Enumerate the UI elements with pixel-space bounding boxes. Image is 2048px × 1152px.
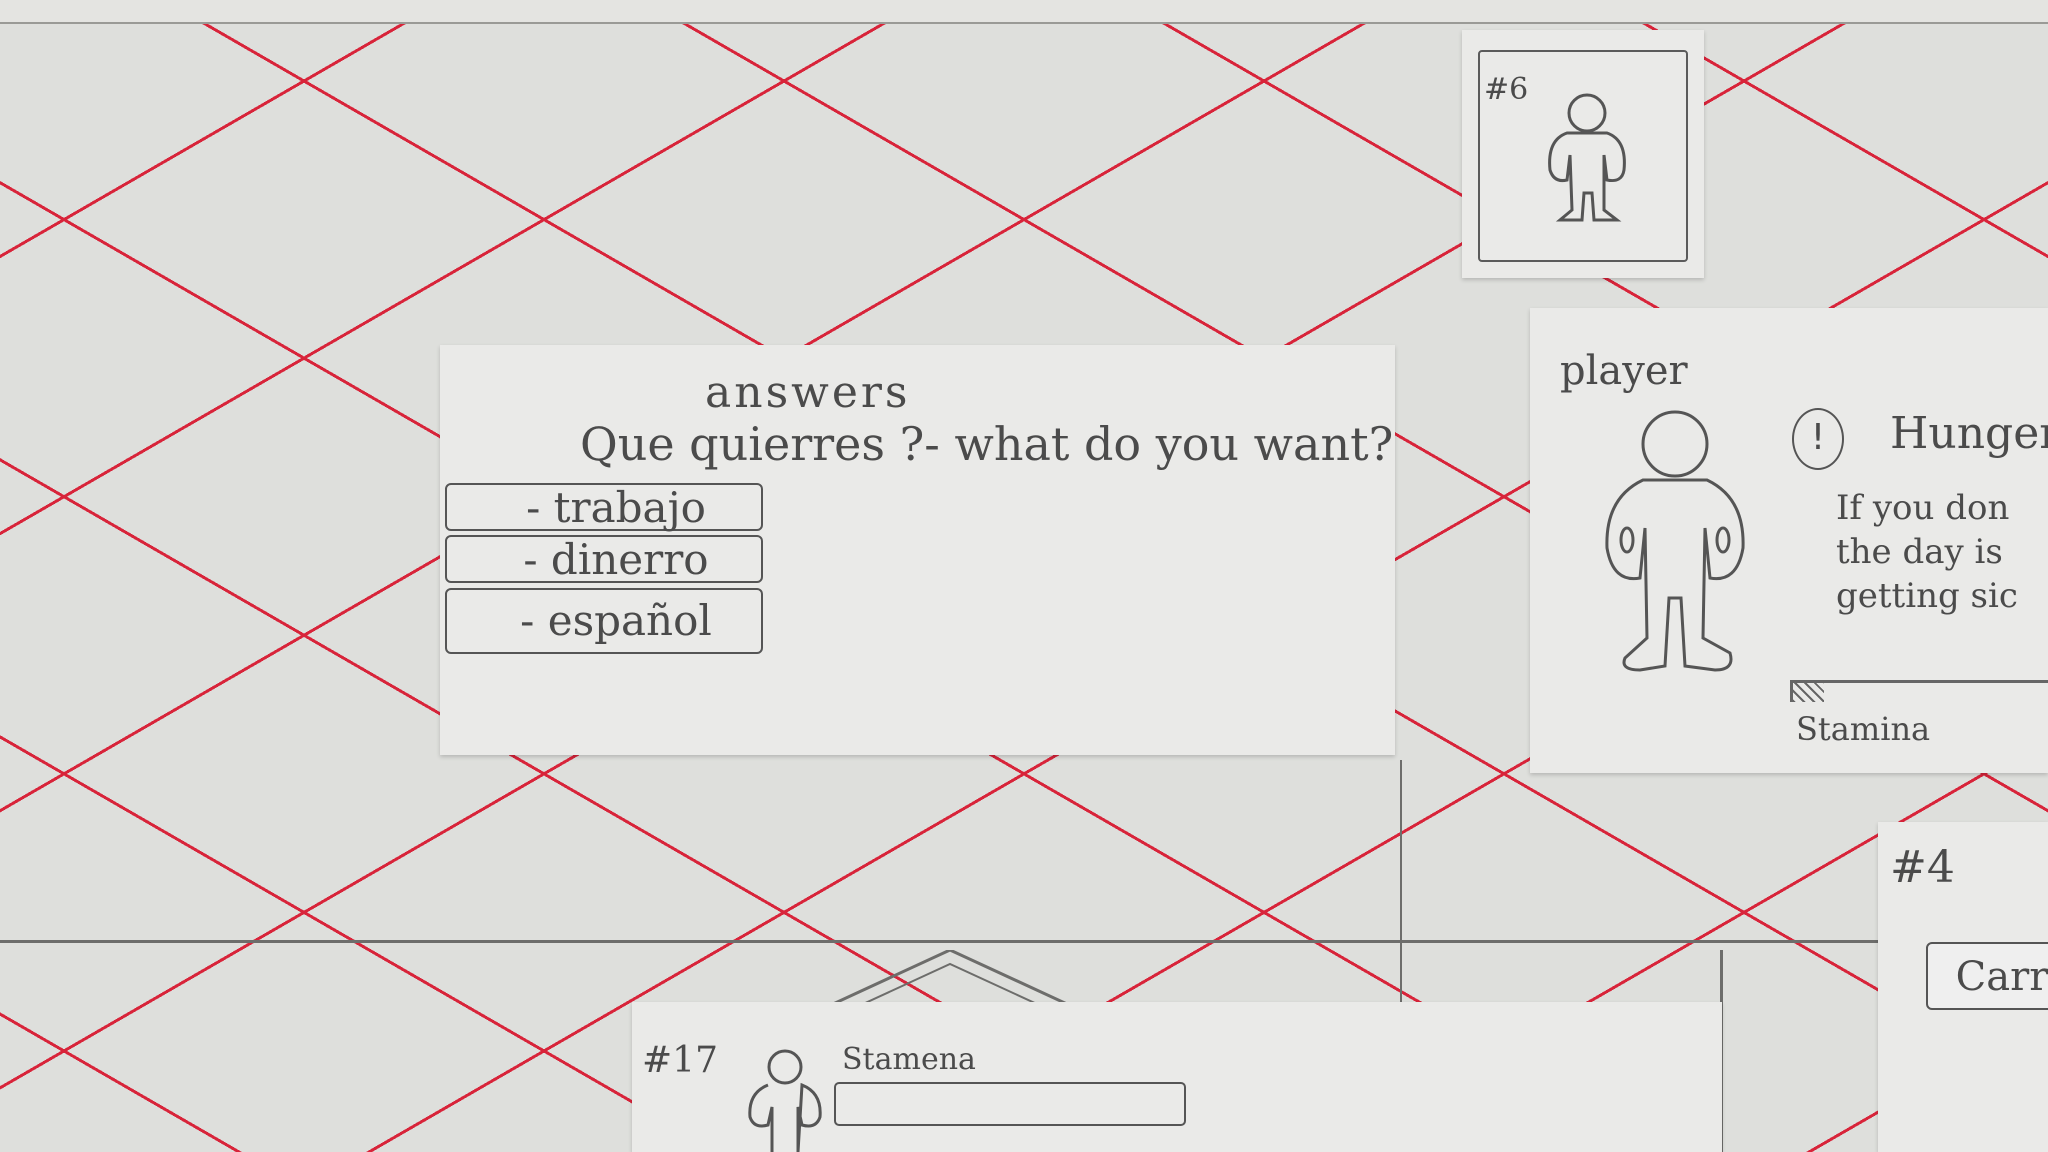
card-number: #4 (1890, 842, 1955, 893)
pencil-roof-sketch (820, 950, 1080, 1010)
question-text: Que quierres ?- what do you want? (580, 417, 1394, 471)
pencil-horizontal-line (0, 940, 1880, 943)
player-figure-icon (1605, 410, 1745, 672)
screen-17-card: #17 Stamena (632, 1002, 1722, 1152)
character-portrait-card: #6 (1462, 30, 1704, 278)
player-label: player (1560, 348, 1688, 394)
stamina-bar (1790, 680, 2048, 702)
answer-option-espanol[interactable]: - español (445, 588, 763, 654)
stamina-bar-fill (1793, 683, 1824, 702)
screen-4-card: #4 Carr (1878, 822, 2048, 1152)
answers-dialog-card: answers Que quierres ?- what do you want… (440, 345, 1395, 755)
card-number: #6 (1484, 72, 1529, 107)
stamina-label: Stamina (1796, 710, 1931, 748)
pencil-vertical-line (1400, 760, 1402, 1005)
small-figure-icon (748, 1049, 822, 1152)
board-top-edge (0, 0, 2048, 24)
stamina-label: Stamena (842, 1042, 976, 1077)
alert-icon: ! (1792, 408, 1844, 470)
answer-option-dinerro[interactable]: - dinerro (445, 535, 763, 583)
hunger-title: Hunger (1890, 408, 2048, 459)
stamina-bar (834, 1082, 1186, 1126)
card-number: #17 (642, 1040, 718, 1081)
character-figure-icon (1548, 93, 1626, 222)
carry-button[interactable]: Carr (1926, 942, 2048, 1010)
answers-title: answers (705, 367, 911, 418)
answer-option-trabajo[interactable]: - trabajo (445, 483, 763, 531)
player-status-card: player ! Hunger If you don the day is ge… (1530, 308, 2048, 773)
hunger-description: If you don the day is getting sic (1836, 488, 2018, 616)
